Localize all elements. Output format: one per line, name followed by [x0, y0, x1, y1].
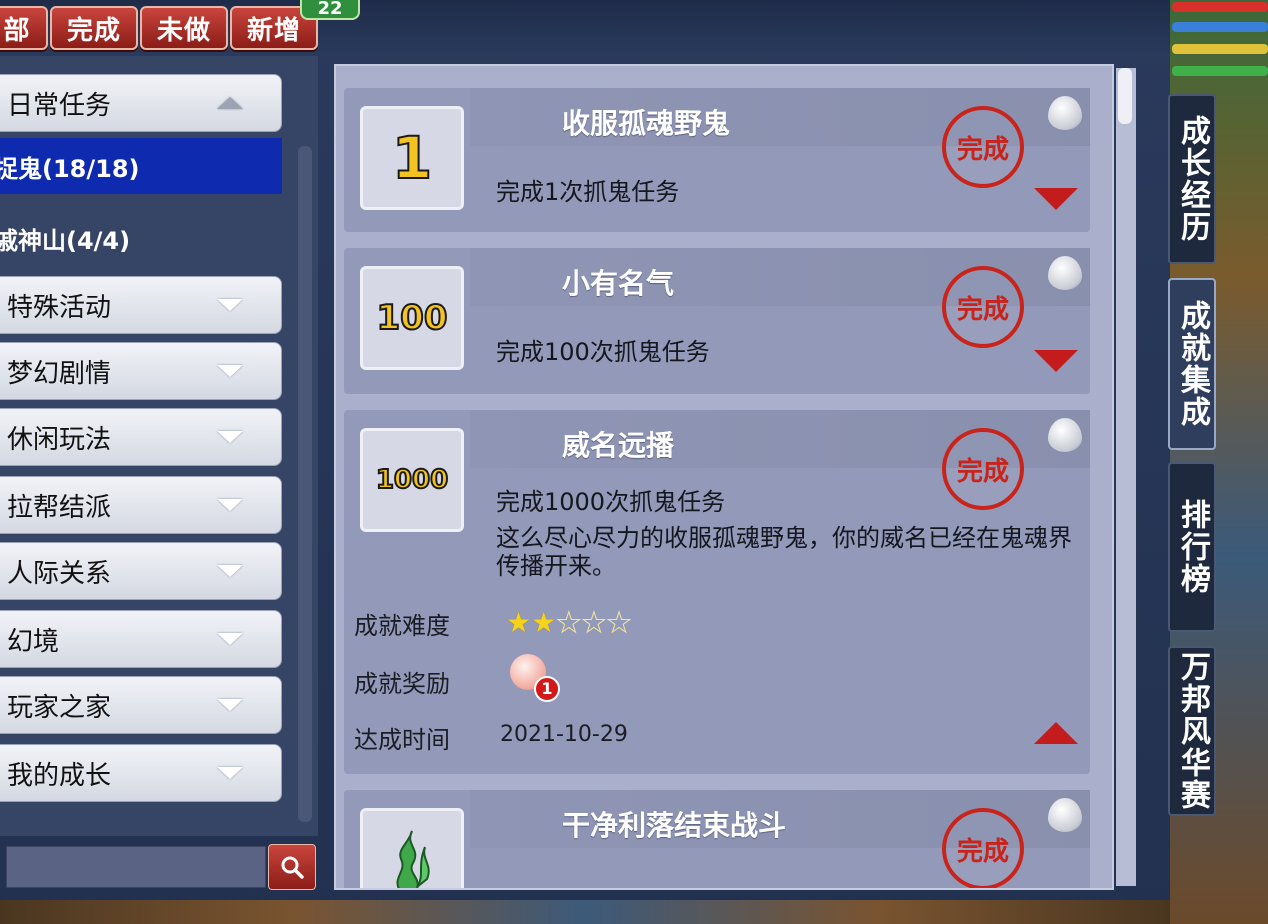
category-label: 休闲玩法	[7, 424, 112, 455]
chevron-up-icon	[217, 97, 243, 109]
collapse-arrow-icon[interactable]	[1034, 722, 1078, 744]
achievement-icon	[360, 808, 464, 888]
achievement-card[interactable]: 1 收服孤魂野鬼 完成1次抓鬼任务 完成	[344, 88, 1090, 232]
sp-bar	[1172, 44, 1268, 54]
achievement-icon: 100	[360, 266, 464, 370]
achievement-title: 干净利落结束战斗	[562, 809, 787, 842]
search-icon	[281, 856, 304, 879]
star-empty-icon: ★	[606, 606, 632, 640]
achievement-title: 收服孤魂野鬼	[562, 107, 731, 140]
chevron-down-icon	[217, 431, 243, 443]
achievement-card-expanded[interactable]: 1000 威名远播 完成1000次抓鬼任务 这么尽心尽力的收服孤魂野鬼，你的威名…	[344, 410, 1090, 774]
tab-wanbang-contest[interactable]: 万邦风华赛	[1168, 646, 1216, 816]
completed-seal-icon: 完成	[942, 428, 1024, 510]
star-filled-icon: ★	[506, 606, 532, 639]
flame-icon	[396, 830, 430, 888]
scrollbar-thumb[interactable]	[1118, 68, 1132, 124]
category-item[interactable]: 休闲玩法	[0, 408, 282, 466]
peach-icon	[1048, 256, 1082, 290]
achievement-icon: 1000	[360, 428, 464, 532]
expand-arrow-icon[interactable]	[1034, 188, 1078, 210]
chevron-down-icon	[217, 365, 243, 377]
game-hotbar	[0, 900, 1170, 924]
category-item[interactable]: 拉帮结派	[0, 476, 282, 534]
tab-leaderboard[interactable]: 排行榜	[1168, 462, 1216, 632]
peach-icon	[1048, 418, 1082, 452]
achievement-card[interactable]: 干净利落结束战斗 完成	[344, 790, 1090, 888]
reward-count-badge: 1	[534, 676, 560, 702]
sidebar-scrollbar[interactable]	[298, 146, 312, 822]
category-label: 幻境	[7, 626, 60, 657]
category-item[interactable]: 玩家之家	[0, 676, 282, 734]
filter-undone-button[interactable]: 未做	[140, 6, 228, 50]
achievement-title: 小有名气	[562, 267, 675, 300]
difficulty-stars: ★★★★★	[506, 606, 632, 640]
achievement-card[interactable]: 100 小有名气 完成100次抓鬼任务 完成	[344, 248, 1090, 394]
category-item[interactable]: 特殊活动	[0, 276, 282, 334]
category-item[interactable]: 我的成长	[0, 744, 282, 802]
time-label: 达成时间	[354, 726, 450, 754]
sidebar-item-qishen-mountain[interactable]: 戚神山(4/4)	[0, 210, 282, 266]
category-item[interactable]: 人际关系	[0, 542, 282, 600]
peach-icon	[1048, 96, 1082, 130]
list-scrollbar[interactable]	[1116, 68, 1136, 886]
achievement-flavor-text: 这么尽心尽力的收服孤魂野鬼，你的威名已经在鬼魂界传播开来。	[496, 524, 1072, 580]
tab-achievements[interactable]: 成就集成	[1168, 278, 1216, 450]
category-label: 特殊活动	[7, 292, 112, 323]
sidebar-item-ghost-catching[interactable]: 捉鬼(18/18)	[0, 138, 282, 194]
category-label: 我的成长	[7, 760, 112, 791]
filter-all-button[interactable]: 部	[0, 6, 48, 50]
achievement-title: 威名远播	[562, 429, 675, 462]
reward-label: 成就奖励	[354, 670, 450, 698]
chevron-down-icon	[217, 633, 243, 645]
achievement-desc: 完成100次抓鬼任务	[496, 338, 710, 366]
completed-seal-icon: 完成	[942, 808, 1024, 888]
star-filled-icon: ★	[531, 606, 557, 639]
search-input[interactable]	[6, 846, 266, 888]
sidebar-item-label: 戚神山(4/4)	[0, 226, 131, 255]
category-daily-tasks[interactable]: 日常任务	[0, 74, 282, 132]
difficulty-label: 成就难度	[354, 612, 450, 640]
category-label: 拉帮结派	[7, 492, 112, 523]
achievement-desc: 完成1000次抓鬼任务	[496, 488, 726, 516]
chevron-down-icon	[217, 499, 243, 511]
new-count-badge: 22	[300, 0, 360, 20]
chevron-down-icon	[217, 699, 243, 711]
search-button[interactable]	[268, 844, 316, 890]
category-label: 梦幻剧情	[7, 358, 112, 389]
star-empty-icon: ★	[556, 606, 582, 640]
exp-bar	[1172, 66, 1268, 76]
hp-bar	[1172, 2, 1268, 12]
category-label: 人际关系	[7, 558, 112, 589]
tab-growth-history[interactable]: 成长经历	[1168, 94, 1216, 264]
mp-bar	[1172, 22, 1268, 32]
chevron-down-icon	[217, 565, 243, 577]
completed-seal-icon: 完成	[942, 266, 1024, 348]
category-label: 日常任务	[7, 90, 112, 121]
sidebar-item-label: 捉鬼(18/18)	[0, 154, 140, 183]
category-label: 玩家之家	[7, 692, 112, 723]
filter-done-button[interactable]: 完成	[50, 6, 138, 50]
category-item[interactable]: 梦幻剧情	[0, 342, 282, 400]
achievement-list: 1 收服孤魂野鬼 完成1次抓鬼任务 完成 100 小有名气 完成100次抓鬼任务…	[334, 64, 1114, 890]
star-empty-icon: ★	[581, 606, 607, 640]
status-bars	[1172, 0, 1268, 90]
achieved-date: 2021-10-29	[500, 722, 628, 747]
peach-icon	[1048, 798, 1082, 832]
expand-arrow-icon[interactable]	[1034, 350, 1078, 372]
achievement-icon: 1	[360, 106, 464, 210]
chevron-down-icon	[217, 299, 243, 311]
achievement-desc: 完成1次抓鬼任务	[496, 178, 680, 206]
category-item[interactable]: 幻境	[0, 610, 282, 668]
chevron-down-icon	[217, 767, 243, 779]
completed-seal-icon: 完成	[942, 106, 1024, 188]
